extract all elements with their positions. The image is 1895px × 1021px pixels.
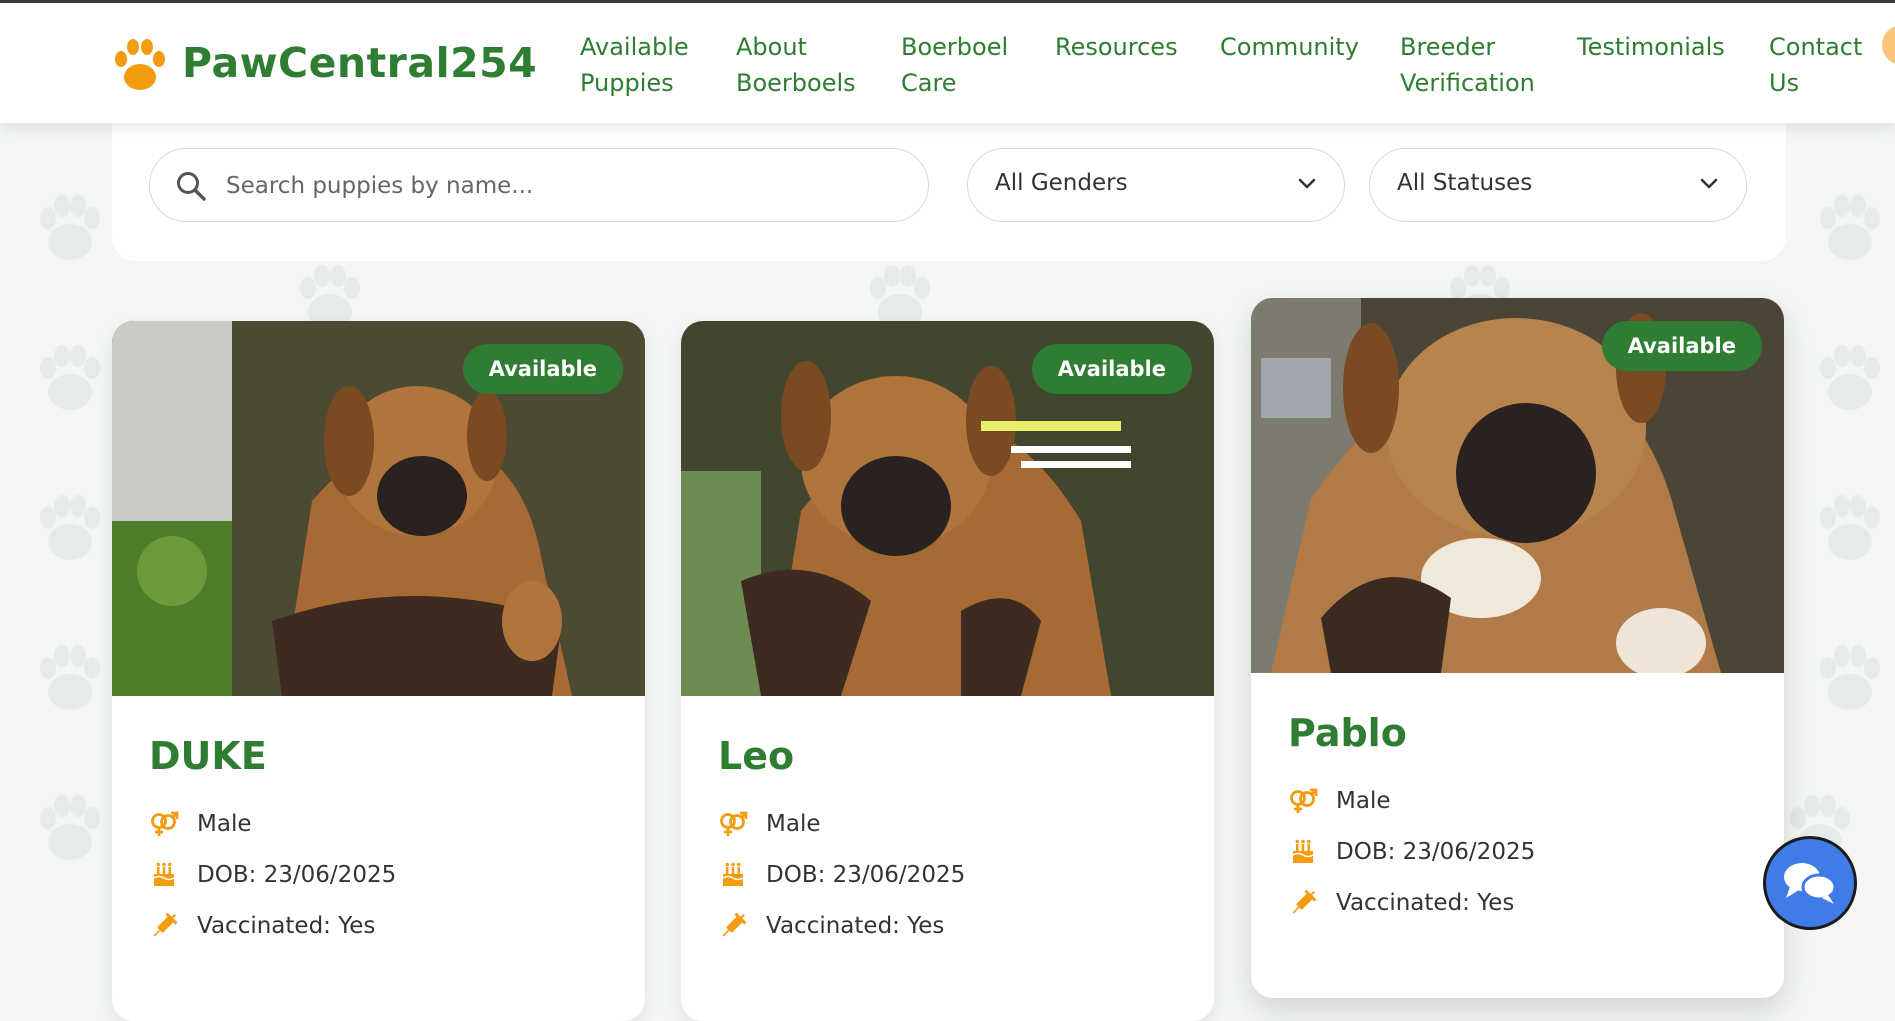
gender-text: Male — [197, 810, 252, 837]
gender-row: Male — [718, 798, 1184, 849]
status-badge: Available — [1601, 321, 1762, 371]
vaccinated-row: Vaccinated: Yes — [149, 900, 615, 951]
puppy-name[interactable]: Pablo — [1288, 673, 1754, 757]
dob-text: DOB: 23/06/2025 — [197, 861, 397, 888]
puppy-card[interactable]: Available DUKE Male DOB: 23/06/2025 Vacc… — [112, 321, 645, 1021]
puppy-card[interactable]: Available Leo Male DOB: 23/06/2025 Vacci… — [681, 321, 1214, 1021]
vaccinated-text: Vaccinated: Yes — [197, 912, 376, 939]
nav-available-puppies[interactable]: Available Puppies — [580, 29, 736, 101]
nav-testimonials[interactable]: Testimonials — [1577, 29, 1769, 101]
gender-row: Male — [149, 798, 615, 849]
chevron-down-icon — [1700, 178, 1718, 189]
site-header: PawCentral254 Available Puppies About Bo… — [0, 3, 1895, 123]
search-icon — [177, 172, 206, 201]
birthday-cake-icon — [149, 860, 179, 890]
gender-select[interactable]: All Genders — [967, 148, 1345, 222]
gender-row: Male — [1288, 775, 1754, 826]
puppy-name[interactable]: Leo — [718, 696, 1184, 780]
main-nav: Available Puppies About Boerboels Boerbo… — [580, 29, 1879, 101]
nav-community[interactable]: Community — [1220, 29, 1400, 101]
filter-panel: All Genders All Statuses — [112, 118, 1786, 261]
status-select[interactable]: All Statuses — [1369, 148, 1747, 222]
brand-logo[interactable]: PawCentral254 — [110, 33, 537, 93]
gender-icon — [149, 809, 179, 839]
vaccinated-text: Vaccinated: Yes — [766, 912, 945, 939]
syringe-icon — [149, 911, 179, 941]
nav-resources[interactable]: Resources — [1055, 29, 1220, 101]
vaccinated-text: Vaccinated: Yes — [1336, 889, 1515, 916]
gender-icon — [718, 809, 748, 839]
search-input[interactable] — [224, 149, 908, 223]
dob-text: DOB: 23/06/2025 — [1336, 838, 1536, 865]
syringe-icon — [718, 911, 748, 941]
puppy-details: Pablo Male DOB: 23/06/2025 Vaccinated: Y… — [1288, 673, 1754, 928]
puppy-card[interactable]: Available Pablo Male DOB: 23/06/2025 Vac… — [1251, 298, 1784, 998]
puppy-photo[interactable]: Available — [681, 321, 1214, 696]
puppy-name[interactable]: DUKE — [149, 696, 615, 780]
puppy-details: Leo Male DOB: 23/06/2025 Vaccinated: Yes — [718, 696, 1184, 951]
gender-text: Male — [766, 810, 821, 837]
dob-row: DOB: 23/06/2025 — [1288, 826, 1754, 877]
dob-row: DOB: 23/06/2025 — [718, 849, 1184, 900]
brand-name: PawCentral254 — [182, 39, 538, 87]
puppy-photo[interactable]: Available — [112, 321, 645, 696]
chevron-down-icon — [1298, 178, 1316, 189]
status-badge: Available — [462, 344, 623, 394]
status-badge: Available — [1031, 344, 1192, 394]
nav-about-boerboels[interactable]: About Boerboels — [736, 29, 901, 101]
gender-select-value: All Genders — [995, 170, 1128, 196]
birthday-cake-icon — [1288, 837, 1318, 867]
birthday-cake-icon — [718, 860, 748, 890]
gender-icon — [1288, 786, 1318, 816]
gender-text: Male — [1336, 787, 1391, 814]
search-box — [149, 148, 929, 223]
dob-text: DOB: 23/06/2025 — [766, 861, 966, 888]
nav-breeder-verification[interactable]: Breeder Verification — [1400, 29, 1577, 101]
chat-button[interactable] — [1763, 836, 1857, 930]
paw-icon — [115, 39, 165, 90]
user-avatar[interactable] — [1882, 25, 1895, 65]
dob-row: DOB: 23/06/2025 — [149, 849, 615, 900]
window-top-border — [0, 0, 1895, 3]
chat-bubbles-icon — [1784, 863, 1837, 904]
vaccinated-row: Vaccinated: Yes — [1288, 877, 1754, 928]
vaccinated-row: Vaccinated: Yes — [718, 900, 1184, 951]
puppy-photo[interactable]: Available — [1251, 298, 1784, 673]
syringe-icon — [1288, 888, 1318, 918]
nav-contact-us[interactable]: Contact Us — [1769, 29, 1879, 101]
puppy-details: DUKE Male DOB: 23/06/2025 Vaccinated: Ye… — [149, 696, 615, 951]
status-select-value: All Statuses — [1397, 170, 1533, 196]
nav-boerboel-care[interactable]: Boerboel Care — [901, 29, 1055, 101]
